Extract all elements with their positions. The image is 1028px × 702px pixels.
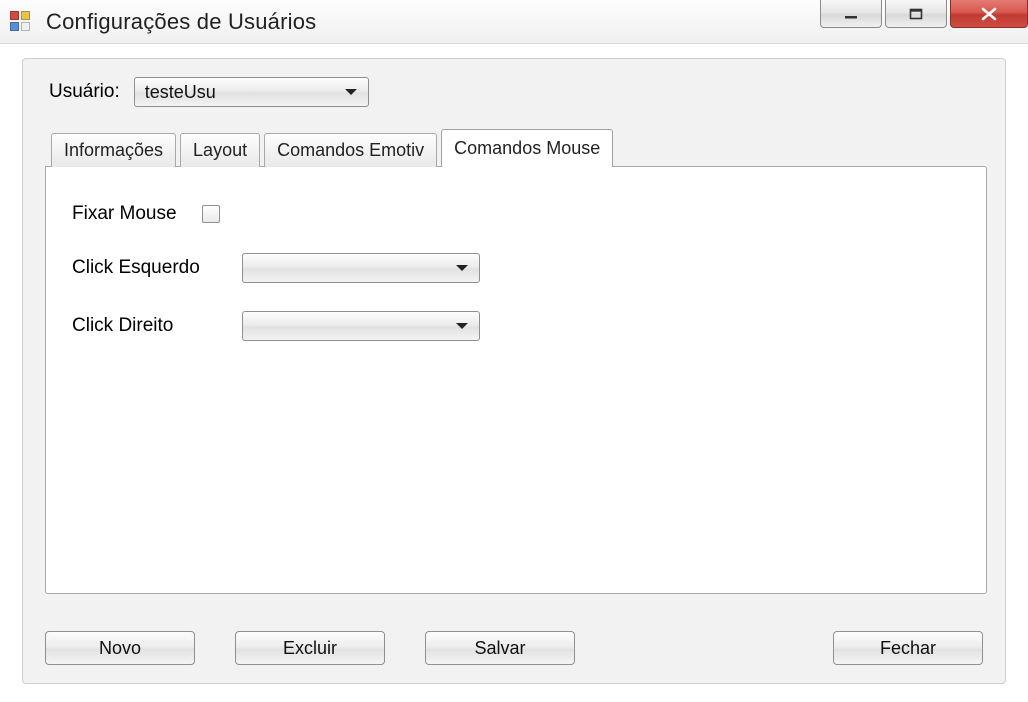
novo-button[interactable]: Novo	[45, 631, 195, 665]
fixar-mouse-label: Fixar Mouse	[72, 203, 202, 225]
tab-strip: Informações Layout Comandos Emotiv Coman…	[45, 129, 987, 167]
tab-informacoes[interactable]: Informações	[51, 133, 176, 167]
click-esquerdo-label: Click Esquerdo	[72, 257, 242, 279]
user-label: Usuário:	[49, 81, 120, 103]
button-row: Novo Excluir Salvar Fechar	[45, 631, 983, 665]
titlebar: Configurações de Usuários	[0, 0, 1028, 44]
tab-layout[interactable]: Layout	[180, 133, 260, 167]
chevron-down-icon	[455, 263, 469, 273]
maximize-button[interactable]	[885, 0, 947, 28]
fixar-mouse-checkbox[interactable]	[202, 205, 220, 223]
tab-label: Comandos Emotiv	[277, 140, 424, 161]
main-panel: Usuário: testeUsu Informações Layout Com…	[22, 58, 1006, 684]
close-button[interactable]	[950, 0, 1028, 28]
button-label: Salvar	[474, 638, 525, 659]
user-combobox-value: testeUsu	[145, 82, 216, 103]
button-label: Novo	[99, 638, 141, 659]
click-esquerdo-combobox[interactable]	[242, 253, 480, 283]
salvar-button[interactable]: Salvar	[425, 631, 575, 665]
tab-body-comandos-mouse: Fixar Mouse Click Esquerdo Click Direito	[45, 166, 987, 594]
row-fixar-mouse: Fixar Mouse	[72, 203, 960, 225]
fechar-button[interactable]: Fechar	[833, 631, 983, 665]
excluir-button[interactable]: Excluir	[235, 631, 385, 665]
tab-comandos-emotiv[interactable]: Comandos Emotiv	[264, 133, 437, 167]
tab-label: Informações	[64, 140, 163, 161]
user-row: Usuário: testeUsu	[45, 77, 987, 107]
tab-label: Comandos Mouse	[454, 138, 600, 159]
client-area: Usuário: testeUsu Informações Layout Com…	[0, 44, 1028, 696]
click-direito-label: Click Direito	[72, 315, 242, 337]
app-icon	[10, 11, 32, 33]
chevron-down-icon	[344, 87, 358, 97]
chevron-down-icon	[455, 321, 469, 331]
window-buttons	[817, 0, 1028, 30]
tab-comandos-mouse[interactable]: Comandos Mouse	[441, 129, 613, 167]
tab-label: Layout	[193, 140, 247, 161]
button-label: Fechar	[880, 638, 936, 659]
click-direito-combobox[interactable]	[242, 311, 480, 341]
row-click-esquerdo: Click Esquerdo	[72, 253, 960, 283]
user-combobox[interactable]: testeUsu	[134, 77, 369, 107]
minimize-button[interactable]	[820, 0, 882, 28]
button-label: Excluir	[283, 638, 337, 659]
window-title: Configurações de Usuários	[46, 9, 316, 35]
row-click-direito: Click Direito	[72, 311, 960, 341]
